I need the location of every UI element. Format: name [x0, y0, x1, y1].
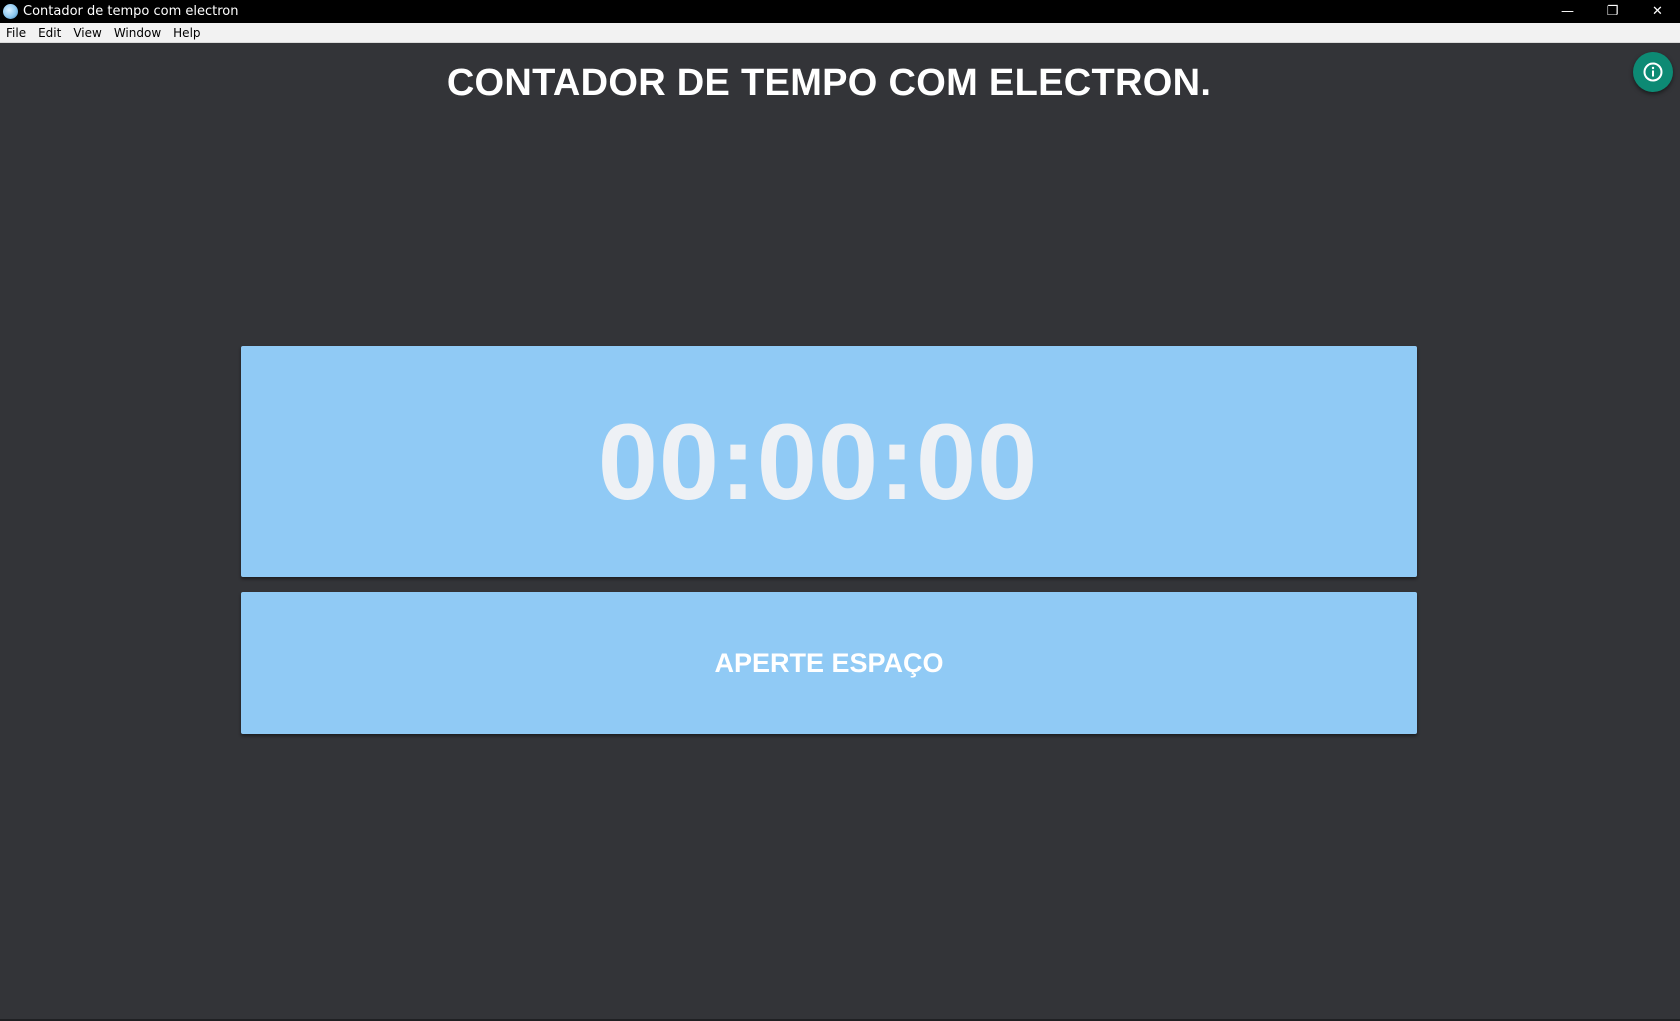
menu-view[interactable]: View	[67, 23, 107, 43]
app-icon	[3, 4, 18, 19]
window-title: Contador de tempo com electron	[23, 4, 239, 19]
restore-icon: ❐	[1606, 4, 1619, 19]
timer-display-card: 00:00:00	[241, 346, 1417, 577]
press-space-label: APERTE ESPAÇO	[714, 647, 944, 678]
menu-help[interactable]: Help	[167, 23, 206, 43]
page-title: CONTADOR DE TEMPO COM ELECTRON.	[446, 62, 1212, 104]
menu-edit[interactable]: Edit	[32, 23, 67, 43]
menu-window[interactable]: Window	[108, 23, 167, 43]
window-controls: — ❐ ✕	[1545, 0, 1680, 23]
press-space-button[interactable]: APERTE ESPAÇO	[241, 592, 1417, 734]
menu-file[interactable]: File	[0, 23, 32, 43]
close-button[interactable]: ✕	[1635, 0, 1680, 23]
window-titlebar[interactable]: Contador de tempo com electron — ❐ ✕	[0, 0, 1680, 23]
restore-button[interactable]: ❐	[1590, 0, 1635, 23]
timer-value: 00:00:00	[597, 400, 1039, 522]
close-icon: ✕	[1652, 4, 1663, 19]
minimize-icon: —	[1561, 4, 1574, 19]
menu-bar: File Edit View Window Help	[0, 23, 1680, 43]
minimize-button[interactable]: —	[1545, 0, 1590, 23]
